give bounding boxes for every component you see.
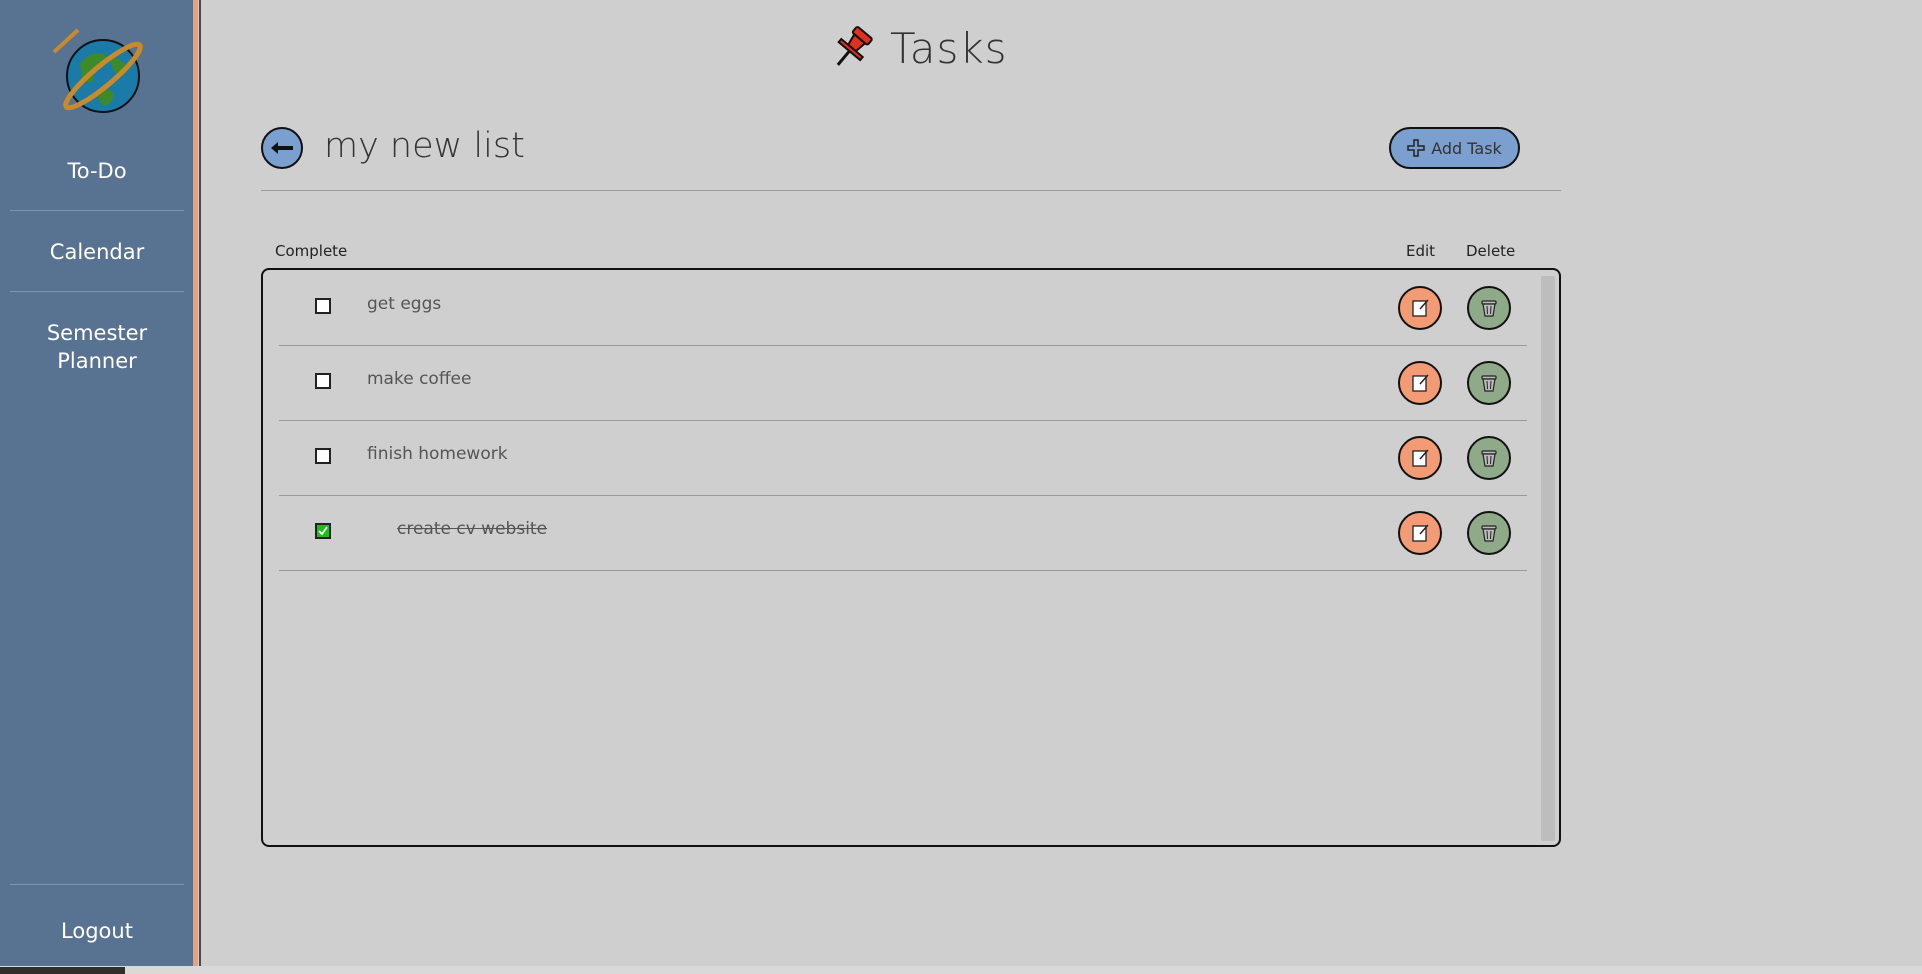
sidebar-item-semester-planner[interactable]: Semester Planner (10, 319, 184, 375)
logout-button[interactable]: Logout (10, 917, 184, 945)
task-checkbox[interactable] (315, 448, 331, 464)
sidebar-divider (10, 884, 184, 885)
back-button[interactable] (261, 127, 303, 169)
task-text-completed: create cv website (397, 519, 548, 539)
delete-task-button[interactable] (1467, 436, 1511, 480)
edit-task-button[interactable] (1398, 361, 1442, 405)
globe-logo-icon (52, 28, 143, 113)
header-divider (261, 190, 1561, 191)
sidebar-accent-stripe (193, 0, 198, 970)
sidebar-item-todo[interactable]: To-Do (10, 157, 184, 185)
edit-note-icon (1412, 449, 1429, 467)
bottom-bar (0, 966, 1922, 974)
edit-note-icon (1412, 524, 1429, 542)
edit-task-button[interactable] (1398, 511, 1442, 555)
task-row: get eggs (279, 270, 1527, 346)
delete-task-button[interactable] (1467, 286, 1511, 330)
arrow-left-icon (271, 142, 293, 154)
delete-task-button[interactable] (1467, 511, 1511, 555)
bottom-bar-segment (0, 967, 125, 974)
scrollbar[interactable] (1541, 276, 1555, 841)
plus-icon (1407, 139, 1425, 157)
task-text: finish homework (367, 444, 508, 464)
edit-note-icon (1412, 299, 1429, 317)
task-checkbox[interactable] (315, 298, 331, 314)
task-row: finish homework (279, 420, 1527, 496)
task-row: make coffee (279, 345, 1527, 421)
sidebar-divider (10, 210, 184, 211)
task-checkbox[interactable] (315, 373, 331, 389)
page-header: Tasks (828, 22, 1008, 74)
list-title: my new list (324, 126, 525, 166)
task-row: create cv website (279, 495, 1527, 571)
trash-icon (1481, 450, 1497, 467)
sidebar-divider (10, 291, 184, 292)
edit-note-icon (1412, 374, 1429, 392)
task-text: make coffee (367, 369, 472, 389)
trash-icon (1481, 525, 1497, 542)
task-text: get eggs (367, 294, 442, 314)
add-task-label: Add Task (1431, 138, 1502, 158)
column-header-delete: Delete (1466, 242, 1516, 260)
column-header-edit: Edit (1406, 242, 1436, 260)
edit-task-button[interactable] (1398, 286, 1442, 330)
delete-task-button[interactable] (1467, 361, 1511, 405)
task-list: get eggs make coffee finish homework cre… (261, 268, 1561, 847)
add-task-button[interactable]: Add Task (1389, 127, 1520, 169)
checkmark-icon (318, 526, 328, 536)
sidebar-border (199, 0, 201, 970)
trash-icon (1481, 300, 1497, 317)
task-checkbox-checked[interactable] (315, 523, 331, 539)
sidebar-item-calendar[interactable]: Calendar (10, 238, 184, 266)
trash-icon (1481, 375, 1497, 392)
column-header-complete: Complete (275, 242, 348, 260)
edit-task-button[interactable] (1398, 436, 1442, 480)
page-title: Tasks (890, 23, 1008, 73)
sidebar: To-Do Calendar Semester Planner Logout (0, 0, 193, 970)
pushpin-icon (836, 26, 873, 66)
